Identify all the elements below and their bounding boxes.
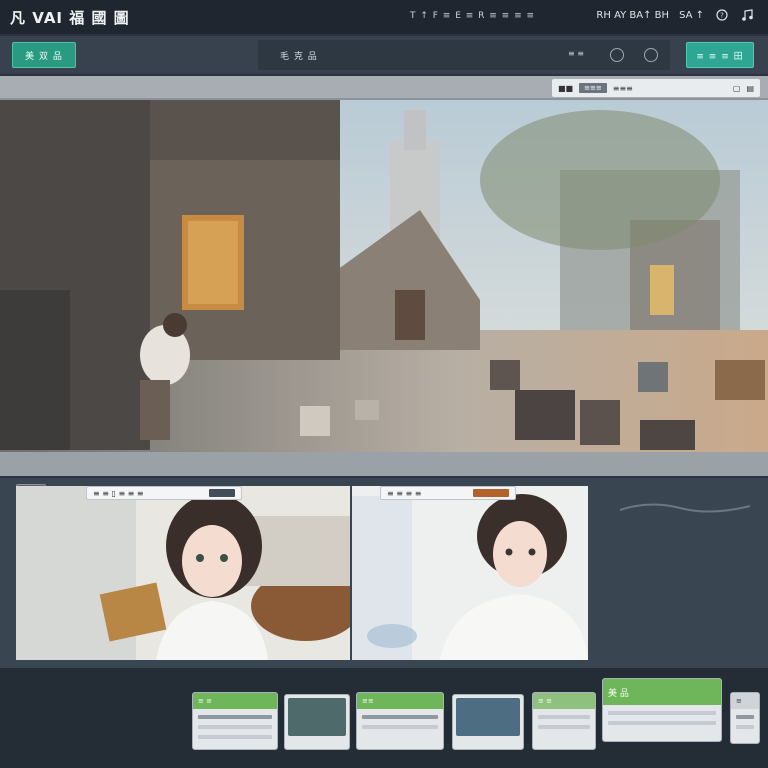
- top-center-text: T ↑ F ≡ E ≡ R ≡ ≡ ≡ ≡: [410, 11, 536, 21]
- top-right-controls: RH AY BA↑ BH SA ↑ ?: [596, 7, 756, 23]
- thumbnail-7-label: ≡: [731, 693, 759, 709]
- right-panel-color-swatch[interactable]: [473, 489, 509, 497]
- thumbnail-5-label: ≡ ≡: [533, 693, 595, 709]
- toolbar-center-field[interactable]: 毛 克 品 ≡ ≡: [258, 40, 670, 70]
- thumbnail-4[interactable]: [452, 694, 524, 750]
- view-tool-label-1[interactable]: ■■: [558, 84, 573, 93]
- thumbnail-5[interactable]: ≡ ≡: [532, 692, 596, 750]
- thumbnail-2[interactable]: [284, 694, 350, 750]
- lower-panel-area: ≡ ≡ ▯ ≡ ≡ ≡ ≡ ≡ ≡ ≡: [0, 478, 768, 668]
- right-panel-toolbar-label: ≡ ≡ ≡ ≡: [387, 488, 422, 498]
- left-action-button[interactable]: 美 双 品: [12, 42, 76, 68]
- view-expand-icon[interactable]: ▢: [733, 84, 741, 93]
- main-view-footer: [0, 452, 768, 476]
- main-view-panel: ■■ ≡≡≡ ≡≡≡ ▢ ▤: [0, 76, 768, 476]
- right-panel-toolbar[interactable]: ≡ ≡ ≡ ≡: [380, 486, 516, 500]
- svg-text:?: ?: [720, 12, 724, 20]
- top-right-text: RH AY BA↑ BH: [596, 9, 670, 21]
- brush-stroke-decoration: [619, 503, 751, 513]
- view-tool-chip[interactable]: ≡≡≡: [579, 83, 607, 93]
- character-panel-right[interactable]: ≡ ≡ ≡ ≡: [352, 486, 588, 660]
- character-panel-left[interactable]: ≡ ≡ ▯ ≡ ≡ ≡: [16, 486, 350, 660]
- thumbnail-3[interactable]: ≡≡: [356, 692, 444, 750]
- left-panel-toolbar[interactable]: ≡ ≡ ▯ ≡ ≡ ≡: [86, 486, 242, 500]
- left-panel-toolbar-label: ≡ ≡ ▯ ≡ ≡ ≡: [93, 488, 144, 498]
- view-menu-icon[interactable]: ▤: [746, 84, 754, 93]
- app-logo: 凡 VAI 福 國 圖: [10, 8, 130, 27]
- thumbnail-3-label: ≡≡: [357, 693, 443, 709]
- thumbnail-7[interactable]: ≡: [730, 692, 760, 744]
- left-panel-slider[interactable]: [209, 489, 235, 497]
- user-text[interactable]: SA ↑: [679, 10, 704, 21]
- music-icon[interactable]: [740, 7, 756, 23]
- thumbnail-strip: ≡ ≡ ≡≡ ≡ ≡ 美 品 ≡: [0, 668, 768, 768]
- top-bar: 凡 VAI 福 國 圖 T ↑ F ≡ E ≡ R ≡ ≡ ≡ ≡ RH AY …: [0, 0, 768, 34]
- toolbar: 美 双 品 毛 克 品 ≡ ≡ ≡ ≡ ≡ 田: [0, 36, 768, 74]
- help-icon[interactable]: ?: [714, 7, 730, 23]
- right-action-button[interactable]: ≡ ≡ ≡ 田: [686, 42, 754, 68]
- main-scene-image: [0, 100, 768, 452]
- toolbar-center-label: 毛 克 品: [280, 52, 318, 62]
- view-tools[interactable]: ■■ ≡≡≡ ≡≡≡ ▢ ▤: [552, 79, 760, 97]
- thumbnail-6-label: 美 品: [603, 679, 721, 705]
- toolbar-center-hint: ≡ ≡: [568, 49, 584, 58]
- view-tool-label-2[interactable]: ≡≡≡: [613, 84, 633, 93]
- thumbnail-6-selected[interactable]: 美 品: [602, 678, 722, 742]
- record-icon[interactable]: [644, 48, 658, 62]
- play-icon[interactable]: [610, 48, 624, 62]
- thumbnail-1[interactable]: ≡ ≡: [192, 692, 278, 750]
- thumbnail-1-label: ≡ ≡: [193, 693, 277, 709]
